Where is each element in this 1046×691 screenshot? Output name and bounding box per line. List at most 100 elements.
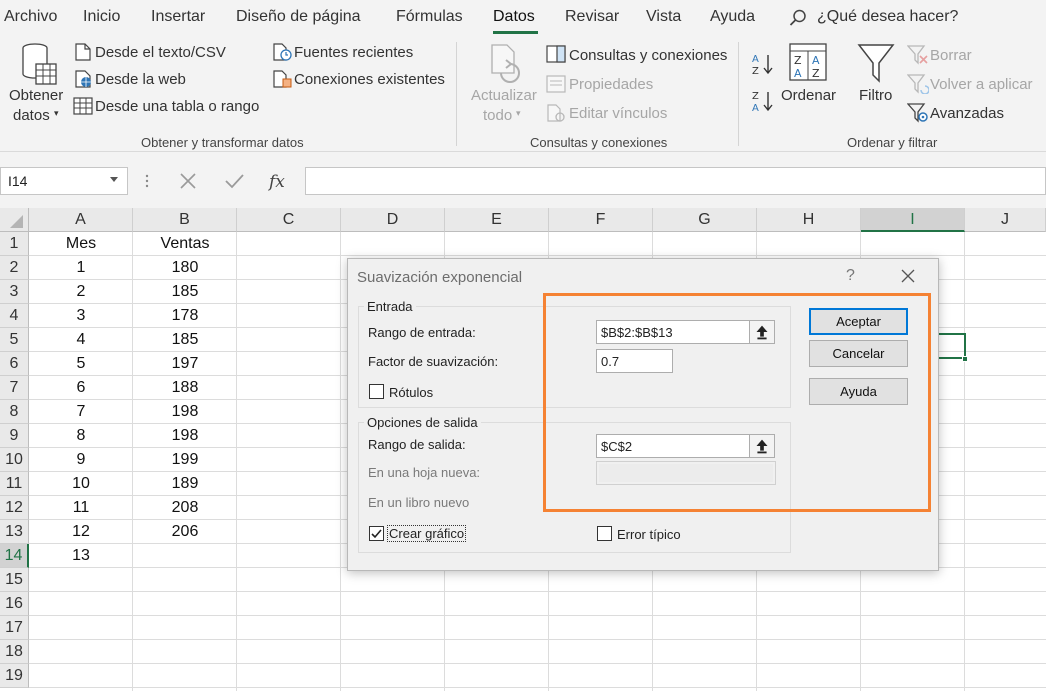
row-header-8[interactable]: 8 xyxy=(0,400,29,424)
fill-handle[interactable] xyxy=(962,356,968,362)
row-header-14[interactable]: 14 xyxy=(0,544,29,568)
row-header-1[interactable]: 1 xyxy=(0,232,29,256)
labels-checkbox[interactable] xyxy=(369,384,384,399)
standard-error-checkbox[interactable] xyxy=(597,526,612,541)
from-table-range[interactable]: Desde una tabla o rango xyxy=(95,98,259,115)
row-header-11[interactable]: 11 xyxy=(0,472,29,496)
insert-function-icon[interactable]: fx xyxy=(260,168,296,194)
database-icon[interactable] xyxy=(20,42,58,88)
cell-a6[interactable]: 5 xyxy=(29,352,133,376)
cell-b10[interactable]: 199 xyxy=(133,448,237,472)
sort-dialog-icon[interactable]: Z A A Z xyxy=(789,43,827,81)
sort-az-icon[interactable]: A Z xyxy=(750,52,776,76)
cell-a10[interactable]: 9 xyxy=(29,448,133,472)
cell-a1[interactable]: Mes xyxy=(29,232,133,256)
row-header-10[interactable]: 10 xyxy=(0,448,29,472)
cell-b3[interactable]: 185 xyxy=(133,280,237,304)
cell-b13[interactable]: 206 xyxy=(133,520,237,544)
row-header-2[interactable]: 2 xyxy=(0,256,29,280)
row-header-9[interactable]: 9 xyxy=(0,424,29,448)
menu-archivo[interactable]: Archivo xyxy=(4,8,57,26)
name-box[interactable]: I14 xyxy=(0,167,128,195)
help-icon[interactable]: ? xyxy=(846,267,855,285)
from-text-csv[interactable]: Desde el texto/CSV xyxy=(95,44,226,61)
row-header-4[interactable]: 4 xyxy=(0,304,29,328)
row-header-12[interactable]: 12 xyxy=(0,496,29,520)
menu-formulas[interactable]: Fórmulas xyxy=(396,8,463,26)
row-header-13[interactable]: 13 xyxy=(0,520,29,544)
cell-a12[interactable]: 11 xyxy=(29,496,133,520)
row-header-17[interactable]: 17 xyxy=(0,616,29,640)
row-header-5[interactable]: 5 xyxy=(0,328,29,352)
cell-a4[interactable]: 3 xyxy=(29,304,133,328)
menu-vista[interactable]: Vista xyxy=(646,8,681,26)
cell-b1[interactable]: Ventas xyxy=(133,232,237,256)
cell-a13[interactable]: 12 xyxy=(29,520,133,544)
create-chart-checkbox[interactable] xyxy=(369,526,384,541)
row-header-18[interactable]: 18 xyxy=(0,640,29,664)
column-header-e[interactable]: E xyxy=(445,208,549,232)
menu-insertar[interactable]: Insertar xyxy=(151,8,205,26)
menu-datos[interactable]: Datos xyxy=(493,8,535,26)
chevron-down-icon[interactable] xyxy=(110,177,118,182)
cell-b8[interactable]: 198 xyxy=(133,400,237,424)
row-header-3[interactable]: 3 xyxy=(0,280,29,304)
column-header-j[interactable]: J xyxy=(965,208,1046,232)
advanced-filter[interactable]: Avanzadas xyxy=(930,105,1004,122)
cell-b4[interactable]: 178 xyxy=(133,304,237,328)
cell-a5[interactable]: 4 xyxy=(29,328,133,352)
row-header-6[interactable]: 6 xyxy=(0,352,29,376)
cell-b5[interactable]: 185 xyxy=(133,328,237,352)
menu-ayuda[interactable]: Ayuda xyxy=(710,8,755,26)
column-header-d[interactable]: D xyxy=(341,208,445,232)
cell-a2[interactable]: 1 xyxy=(29,256,133,280)
column-header-f[interactable]: F xyxy=(549,208,653,232)
menu-inicio[interactable]: Inicio xyxy=(83,8,120,26)
tell-me-search[interactable]: ¿Qué desea hacer? xyxy=(817,8,958,26)
search-icon[interactable] xyxy=(789,9,807,27)
existing-connections[interactable]: Conexiones existentes xyxy=(294,71,445,88)
cell-b12[interactable]: 208 xyxy=(133,496,237,520)
column-header-i[interactable]: I xyxy=(861,208,965,232)
queries-connections[interactable]: Consultas y conexiones xyxy=(569,47,727,64)
row-header-15[interactable]: 15 xyxy=(0,568,29,592)
column-header-a[interactable]: A xyxy=(29,208,133,232)
cell-b11[interactable]: 189 xyxy=(133,472,237,496)
filter-icon[interactable] xyxy=(857,43,895,83)
column-header-g[interactable]: G xyxy=(653,208,757,232)
column-header-c[interactable]: C xyxy=(237,208,341,232)
cell-b2[interactable]: 180 xyxy=(133,256,237,280)
row-header-16[interactable]: 16 xyxy=(0,592,29,616)
formula-input[interactable] xyxy=(305,167,1046,195)
cell-b6[interactable]: 197 xyxy=(133,352,237,376)
cell-a9[interactable]: 8 xyxy=(29,424,133,448)
cell-b7[interactable]: 188 xyxy=(133,376,237,400)
cell-a8[interactable]: 7 xyxy=(29,400,133,424)
column-header-b[interactable]: B xyxy=(133,208,237,232)
cancel-formula-icon[interactable] xyxy=(170,168,206,194)
row-header-7[interactable]: 7 xyxy=(0,376,29,400)
cell-a11[interactable]: 10 xyxy=(29,472,133,496)
row-header-19[interactable]: 19 xyxy=(0,664,29,688)
cell-a3[interactable]: 2 xyxy=(29,280,133,304)
recent-sources[interactable]: Fuentes recientes xyxy=(294,44,413,61)
chevron-down-icon[interactable]: ▾ xyxy=(54,108,59,119)
menu-revisar[interactable]: Revisar xyxy=(565,8,619,26)
select-all-corner[interactable] xyxy=(0,208,29,232)
create-chart-label[interactable]: Crear gráfico xyxy=(386,525,467,542)
confirm-formula-icon[interactable] xyxy=(216,168,252,194)
standard-error-label[interactable]: Error típico xyxy=(617,527,681,542)
menu-diseno[interactable]: Diseño de página xyxy=(236,8,361,26)
cell-a14[interactable]: 13 xyxy=(29,544,133,568)
filter-label[interactable]: Filtro xyxy=(859,87,892,104)
drag-handle-icon[interactable] xyxy=(145,174,149,188)
column-header-h[interactable]: H xyxy=(757,208,861,232)
sort-label[interactable]: Ordenar xyxy=(781,87,836,104)
cell-a7[interactable]: 6 xyxy=(29,376,133,400)
cell-b9[interactable]: 198 xyxy=(133,424,237,448)
advanced-filter-icon[interactable] xyxy=(907,103,929,123)
get-data-label-1[interactable]: Obtener xyxy=(9,87,63,104)
labels-checkbox-label[interactable]: Rótulos xyxy=(389,385,433,400)
sort-za-icon[interactable]: Z A xyxy=(750,89,776,113)
from-web[interactable]: Desde la web xyxy=(95,71,186,88)
